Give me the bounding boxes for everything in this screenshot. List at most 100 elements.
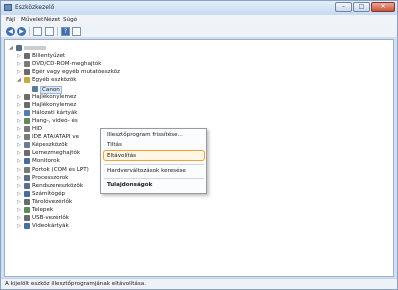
minimize-button[interactable]: – [335, 2, 352, 12]
tree-item-label: Videokártyák [32, 223, 69, 230]
expand-icon[interactable]: ▷ [17, 174, 23, 182]
tree-item-label: Billentyűzet [32, 53, 66, 60]
help-icon[interactable]: ? [61, 27, 70, 36]
floppy-drive-icon [24, 101, 30, 108]
tree-item-label: HID [32, 126, 43, 132]
expand-icon[interactable]: ▷ [17, 198, 23, 206]
tree-item-label: Hajlékonylemez [32, 101, 77, 108]
expand-icon[interactable]: ▷ [17, 117, 23, 125]
properties-icon[interactable] [45, 27, 54, 36]
menu-action[interactable]: Művelet [21, 17, 43, 23]
tree-item-label: Rendszereszközök [32, 182, 83, 189]
tree-item-label: Hang-, videó- és [32, 117, 78, 124]
close-button[interactable]: ✕ [371, 2, 395, 12]
device-tree-panel: ◢ ▷ Billentyűzet ▷ DVD/CD-ROM-meghajtók ▷ Egér… [4, 39, 394, 277]
maximize-button[interactable]: □ [353, 2, 370, 12]
expand-icon[interactable]: ▷ [17, 206, 23, 214]
tree-item-label: DVD/CD-ROM-meghajtók [32, 61, 102, 68]
tree-item-label: Hajlékonylemez [32, 93, 77, 100]
expand-icon[interactable]: ▷ [17, 93, 23, 101]
expand-icon[interactable]: ▷ [17, 190, 23, 198]
computer-icon [24, 190, 30, 197]
menu-view[interactable]: Nézet [44, 17, 60, 23]
tree-row[interactable]: ▷ Videokártyák [5, 222, 385, 230]
scan-hardware-menu-item[interactable]: Hardverváltozások keresése [107, 168, 186, 174]
tree-row[interactable]: ▷ Hang-, videó- és [5, 117, 385, 125]
tree-item-label: Processzorok [32, 174, 69, 181]
expand-icon[interactable]: ▷ [17, 222, 23, 230]
tree-row[interactable]: ▷ Hálózati kártyák [5, 109, 385, 117]
expand-icon[interactable]: ▷ [17, 101, 23, 109]
update-driver-menu-item[interactable]: Illesztőprogram frissítése... [107, 132, 183, 138]
tree-item-label: Képeszközök [32, 142, 68, 149]
menu-file[interactable]: Fájl [6, 17, 15, 23]
expand-icon[interactable]: ▷ [17, 68, 23, 76]
disk-icon [24, 150, 30, 157]
tree-row[interactable]: ▷ USB-vezérlők [5, 214, 385, 222]
tree-item-label: Hálózati kártyák [32, 109, 78, 116]
device-manager-window: Eszközkezelő – □ ✕ Fájl Művelet Nézet Sú… [0, 0, 398, 290]
tree-row[interactable]: ◢ [5, 44, 385, 52]
tree-row[interactable]: ▷ Egér vagy egyéb mutatóeszköz [5, 68, 385, 76]
battery-icon [24, 207, 30, 213]
title-bar[interactable]: Eszközkezelő – □ ✕ [1, 1, 397, 15]
tree-item-label: Telepek [32, 207, 54, 213]
uninstall-menu-item[interactable]: Eltávolítás [107, 153, 136, 159]
tree-row[interactable]: Canon [5, 85, 385, 94]
expand-icon[interactable]: ▷ [17, 182, 23, 190]
tree-item-label: Monitorok [32, 158, 60, 165]
expand-icon[interactable]: ▷ [17, 52, 23, 60]
expand-icon[interactable]: ▷ [17, 109, 23, 117]
hid-icon [24, 126, 30, 132]
tree-row[interactable]: ▷ Hajlékonylemez [5, 93, 385, 101]
expand-icon[interactable]: ▷ [17, 157, 23, 165]
sound-icon [24, 117, 30, 124]
status-bar: A kijelölt eszköz illesztőprogramjának e… [1, 278, 397, 289]
properties-menu-item[interactable]: Tulajdonságok [107, 182, 152, 188]
toolbar: ◀ ▶ ? [1, 25, 397, 38]
expand-icon[interactable]: ▷ [17, 149, 23, 157]
keyboard-icon [24, 53, 30, 60]
expand-icon[interactable]: ▷ [17, 166, 23, 174]
tree-row[interactable]: ▷ DVD/CD-ROM-meghajtók [5, 60, 385, 68]
processor-icon [24, 174, 30, 181]
computer-name-redacted [24, 46, 46, 50]
expand-icon[interactable]: ▷ [17, 133, 23, 141]
network-icon [24, 109, 30, 116]
menu-separator [104, 178, 204, 179]
tree-row[interactable]: ◢ Egyéb eszközök [5, 76, 385, 84]
monitor-icon [24, 158, 30, 165]
storage-icon [24, 198, 30, 205]
tree-item-label: Tárolóvezérlők [32, 198, 73, 205]
tree-item-label: IDE ATA/ATAPI ve [32, 134, 80, 141]
expand-icon[interactable]: ▷ [17, 141, 23, 149]
tree-item-label: Számítógép [32, 190, 66, 197]
tree-row[interactable]: ▷ Hajlékonylemez [5, 101, 385, 109]
menu-separator [104, 164, 204, 165]
port-icon [24, 166, 30, 173]
computer-icon [16, 45, 22, 51]
tree-row[interactable]: ▷ Billentyűzet [5, 52, 385, 60]
tree-item-label: Egyéb eszközök [32, 77, 77, 84]
other-devices-icon [24, 77, 30, 84]
tree-item-label: Portok (COM és LPT) [32, 166, 89, 173]
back-icon[interactable]: ◀ [6, 27, 15, 36]
collapse-icon[interactable]: ◢ [9, 44, 15, 52]
tree-row[interactable]: ▷ Telepek [5, 206, 385, 214]
forward-icon[interactable]: ▶ [17, 27, 26, 36]
expand-icon[interactable]: ▷ [17, 125, 23, 133]
tree-item-label: USB-vezérlők [32, 215, 69, 222]
scan-hardware-icon[interactable] [72, 27, 81, 36]
disc-drive-icon [24, 61, 30, 68]
tree-item-label: Lemezmeghajtók [32, 150, 81, 157]
show-hide-tree-icon[interactable] [33, 27, 42, 36]
tree-row[interactable]: ▷ Tárolóvezérlők [5, 198, 385, 206]
disable-menu-item[interactable]: Tiltás [107, 142, 122, 148]
usb-icon [24, 215, 30, 222]
expand-icon[interactable]: ▷ [17, 214, 23, 222]
menu-help[interactable]: Súgó [63, 17, 77, 23]
system-icon [24, 182, 30, 189]
status-text: A kijelölt eszköz illesztőprogramjának e… [5, 281, 146, 287]
collapse-icon[interactable]: ◢ [17, 76, 23, 84]
expand-icon[interactable]: ▷ [17, 60, 23, 68]
